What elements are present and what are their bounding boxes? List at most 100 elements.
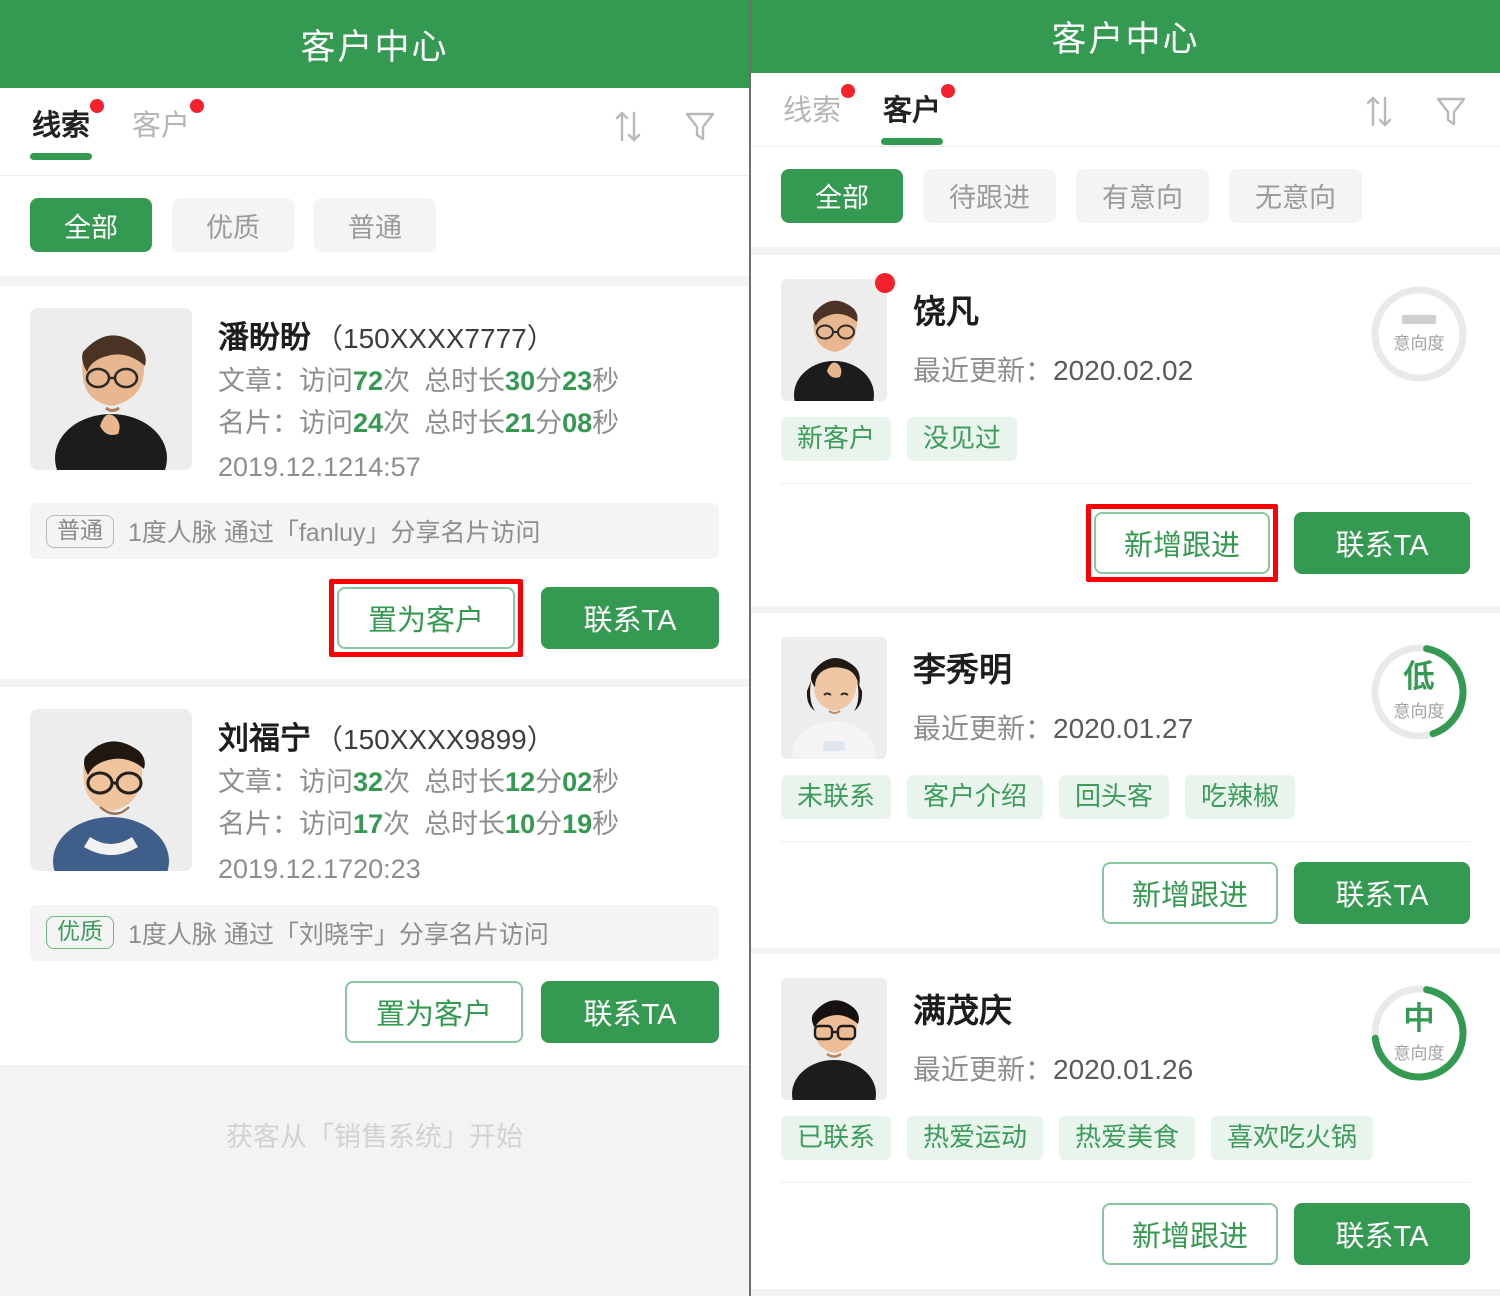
stat-minutes: 21 — [505, 407, 536, 438]
lead-info: 刘福宁 （150XXXX9899） 文章：访问32次 总时长12分02秒 名片：访… — [218, 709, 719, 890]
chip-interested[interactable]: 有意向 — [1076, 168, 1209, 223]
contact-button[interactable]: 联系TA — [1294, 512, 1470, 575]
customer-top: 满茂庆 最近更新：2020.01.26 中 意向度 — [781, 978, 1470, 1101]
customer-updated: 最近更新：2020.01.27 — [913, 707, 1342, 747]
customer-name: 饶凡 — [913, 293, 979, 331]
customer-top: 李秀明 最近更新：2020.01.27 低 意向度 — [781, 636, 1470, 759]
updated-date: 2020.01.27 — [1053, 712, 1194, 744]
tab-customers[interactable]: 客户 — [130, 99, 205, 160]
customer-tags: 未联系 客户介绍 回头客 吃辣椒 — [781, 774, 1470, 841]
badge-dot-icon — [875, 273, 895, 294]
tab-customers[interactable]: 客户 — [881, 84, 956, 146]
customer-tag[interactable]: 热爱美食 — [1059, 1116, 1196, 1161]
tabbar: 线索 客户 — [751, 73, 1500, 147]
tab-customers-label: 客户 — [883, 95, 942, 128]
app-header: 客户中心 — [751, 0, 1500, 74]
lead-stat-card: 名片：访问24次 总时长21分08秒 — [218, 403, 719, 445]
lead-filter-chips: 全部 优质 普通 — [0, 176, 749, 276]
filter-icon[interactable] — [1432, 91, 1470, 131]
customer-filter-chips: 全部 待跟进 有意向 无意向 — [751, 146, 1500, 247]
lead-stat-article: 文章：访问72次 总时长30分23秒 — [218, 361, 719, 403]
intent-gauge-inner: 意向度 — [1368, 283, 1470, 385]
right-panel-customers: 客户中心 线索 客户 全部 待跟进 有意向 无意向 饶凡 最近更新：2020.0… — [751, 0, 1500, 1296]
lead-card[interactable]: 潘盼盼 （150XXXX7777） 文章：访问72次 总时长30分23秒 名片：访… — [0, 286, 749, 680]
intent-gauge: 中 意向度 — [1368, 982, 1470, 1084]
customer-tag[interactable]: 新客户 — [781, 417, 892, 462]
customer-tag[interactable]: 回头客 — [1059, 774, 1170, 819]
tab-underline — [881, 138, 944, 146]
set-as-customer-button[interactable]: 置为客户 — [345, 980, 523, 1043]
chip-all[interactable]: 全部 — [30, 198, 152, 252]
customer-card[interactable]: 饶凡 最近更新：2020.02.02 意向度 新客户 没见过 新增跟进 联系TA — [751, 255, 1500, 607]
lead-phone: （150XXXX9899） — [315, 724, 555, 756]
customer-card[interactable]: 满茂庆 最近更新：2020.01.26 中 意向度 已联系 热爱运动 热爱美食 … — [751, 954, 1500, 1290]
customer-tag[interactable]: 热爱运动 — [907, 1116, 1044, 1161]
stat-sec-unit: 秒 — [592, 366, 620, 396]
set-as-customer-button[interactable]: 置为客户 — [337, 587, 515, 650]
stat-visits: 17 — [353, 808, 384, 839]
customer-actions: 新增跟进 联系TA — [781, 840, 1470, 948]
badge-dot-icon — [841, 84, 856, 99]
lead-timestamp: 2019.12.1720:23 — [218, 848, 719, 891]
sort-icon[interactable] — [609, 106, 647, 146]
customer-tag[interactable]: 喜欢吃火锅 — [1211, 1116, 1374, 1161]
stat-visit-label: 访问 — [299, 407, 353, 438]
stat-visits-unit: 次 — [383, 767, 411, 798]
stat-sec-unit: 秒 — [592, 767, 620, 798]
stat-minutes: 10 — [505, 808, 536, 839]
contact-button[interactable]: 联系TA — [541, 587, 719, 650]
chip-normal[interactable]: 普通 — [314, 198, 436, 252]
footer-slogan: 获客从「销售系统」开始 — [226, 1121, 523, 1152]
badge-dot-icon — [90, 99, 105, 113]
intent-caption: 意向度 — [1393, 333, 1445, 353]
contact-button[interactable]: 联系TA — [1294, 1203, 1470, 1266]
stat-min-unit: 分 — [535, 808, 563, 839]
updated-date: 2020.02.02 — [1053, 355, 1194, 387]
tab-leads[interactable]: 线索 — [30, 99, 105, 160]
tab-underline — [781, 138, 843, 145]
customer-tag[interactable]: 吃辣椒 — [1185, 774, 1296, 819]
customer-tag[interactable]: 已联系 — [781, 1116, 892, 1161]
intent-caption: 意向度 — [1393, 1043, 1445, 1063]
lead-name-row: 潘盼盼 （150XXXX7777） — [218, 312, 719, 357]
chip-premium[interactable]: 优质 — [172, 198, 294, 252]
customer-actions: 新增跟进 联系TA — [781, 483, 1470, 606]
lead-name-row: 刘福宁 （150XXXX9899） — [218, 713, 719, 758]
add-followup-button[interactable]: 新增跟进 — [1094, 512, 1270, 575]
customer-tag[interactable]: 没见过 — [907, 417, 1018, 462]
lead-source-bar: 优质 1度人脉 通过「刘晓宇」分享名片访问 — [30, 904, 719, 961]
customer-info: 饶凡 最近更新：2020.02.02 — [913, 279, 1342, 401]
updated-date: 2020.01.26 — [1053, 1054, 1194, 1086]
stat-label: 名片： — [218, 808, 299, 839]
sort-icon[interactable] — [1360, 91, 1398, 131]
stat-visit-label: 访问 — [299, 767, 353, 798]
customer-info: 满茂庆 最近更新：2020.01.26 — [913, 978, 1342, 1100]
chip-all[interactable]: 全部 — [781, 168, 903, 223]
app-header: 客户中心 — [0, 0, 749, 88]
contact-button[interactable]: 联系TA — [1294, 861, 1470, 924]
stat-seconds: 19 — [562, 808, 593, 839]
filter-icon[interactable] — [681, 106, 719, 146]
chip-pending-followup[interactable]: 待跟进 — [923, 168, 1056, 223]
lead-grade-badge: 优质 — [46, 916, 114, 950]
lead-source-bar: 普通 1度人脉 通过「fanluy」分享名片访问 — [30, 503, 719, 560]
customer-name: 满茂庆 — [913, 992, 1012, 1030]
customer-tag[interactable]: 客户介绍 — [907, 774, 1044, 819]
stat-seconds: 08 — [562, 407, 593, 438]
lead-card[interactable]: 刘福宁 （150XXXX9899） 文章：访问32次 总时长12分02秒 名片：访… — [0, 687, 749, 1065]
chip-not-interested[interactable]: 无意向 — [1229, 168, 1362, 223]
stat-visit-label: 访问 — [299, 808, 353, 839]
add-followup-button[interactable]: 新增跟进 — [1102, 861, 1278, 924]
customer-tag[interactable]: 未联系 — [781, 774, 892, 819]
lead-source-text: 1度人脉 通过「fanluy」分享名片访问 — [128, 519, 541, 548]
intent-gauge: 低 意向度 — [1368, 641, 1470, 743]
updated-label: 最近更新： — [913, 712, 1054, 744]
avatar — [781, 978, 887, 1101]
add-followup-button[interactable]: 新增跟进 — [1102, 1203, 1278, 1266]
lead-phone: （150XXXX7777） — [315, 323, 555, 354]
customer-card[interactable]: 李秀明 最近更新：2020.01.27 低 意向度 未联系 客户介绍 回头客 吃… — [751, 612, 1500, 948]
customer-updated: 最近更新：2020.01.26 — [913, 1048, 1342, 1088]
lead-top: 刘福宁 （150XXXX9899） 文章：访问32次 总时长12分02秒 名片：访… — [30, 709, 719, 890]
contact-button[interactable]: 联系TA — [541, 980, 719, 1043]
tab-leads[interactable]: 线索 — [781, 84, 856, 145]
